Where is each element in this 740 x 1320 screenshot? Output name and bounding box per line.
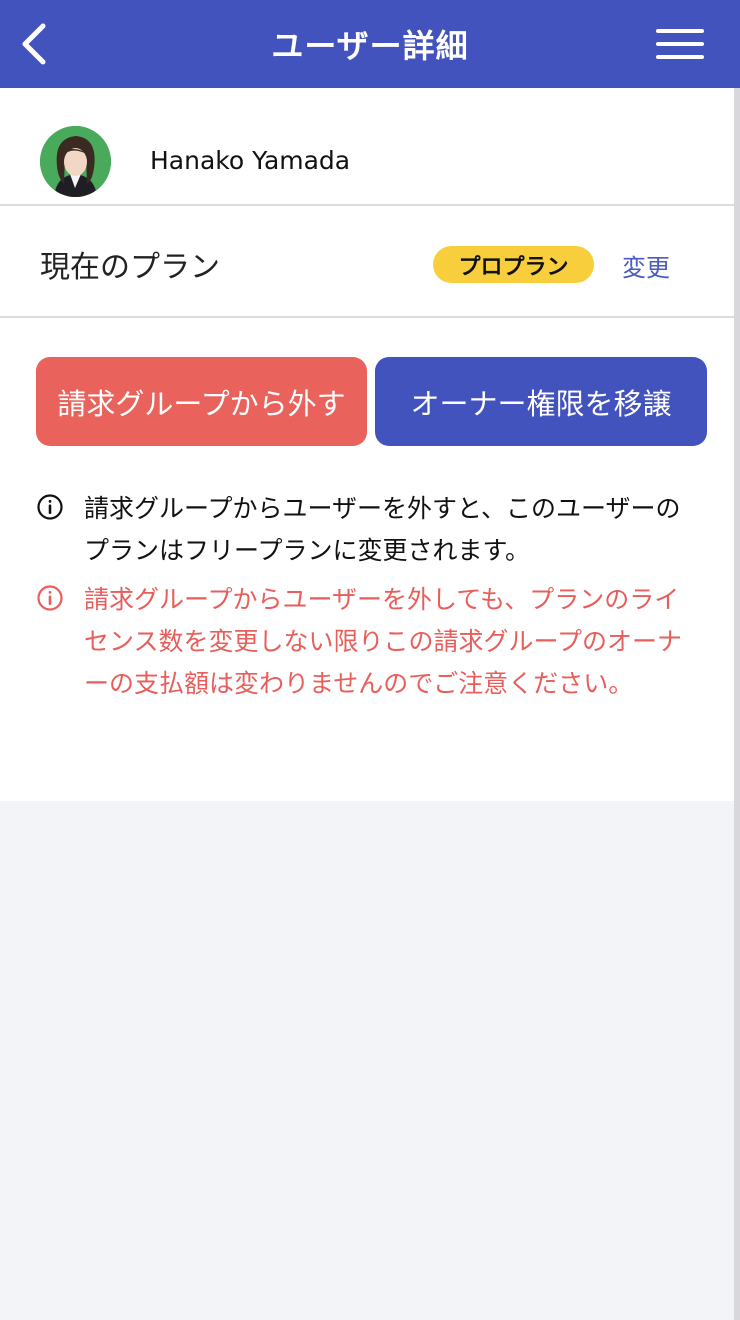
scrollbar[interactable] [734,88,740,1320]
menu-button[interactable] [650,22,710,66]
info-icon [37,494,63,520]
user-row: Hanako Yamada [0,88,734,206]
warning-note-text: 請求グループからユーザーを外しても、プランのライセンス数を変更しない限りこの請求… [84,585,683,698]
current-plan-label: 現在のプラン [40,250,220,285]
change-plan-link[interactable]: 変更 [622,248,670,283]
info-note-text: 請求グループからユーザーを外すと、このユーザーのプランはフリープランに変更されま… [84,494,681,565]
transfer-ownership-button[interactable]: オーナー権限を移譲 [375,357,707,446]
plan-badge: プロプラン [433,246,594,283]
user-name: Hanako Yamada [150,146,351,175]
remove-from-billing-group-button[interactable]: 請求グループから外す [36,357,367,446]
hamburger-menu-icon [656,29,704,59]
info-icon [37,585,63,611]
page-title: ユーザー詳細 [271,27,469,65]
avatar-photo [40,126,111,197]
avatar [40,126,111,197]
user-detail-panel: Hanako Yamada 現在のプラン プロプラン 変更 請求グループから外す… [0,88,734,801]
app-header: ユーザー詳細 [0,0,740,88]
current-plan-row: 現在のプラン プロプラン 変更 [0,208,734,318]
